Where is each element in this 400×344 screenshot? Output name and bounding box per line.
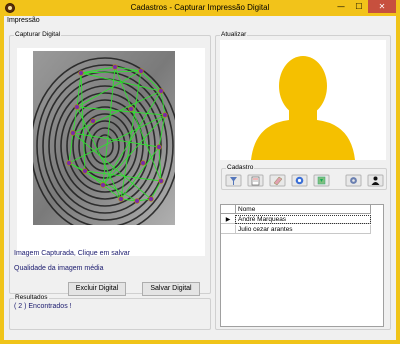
cadastro-group: Cadastro xyxy=(221,164,387,190)
table-row[interactable]: Julio cezar arantes xyxy=(221,225,371,234)
person-silhouette-icon xyxy=(251,56,355,160)
update-group-label: Atualizar xyxy=(220,31,248,39)
menu-bar: Impressão xyxy=(4,16,396,27)
app-window: Cadastros - Capturar Impressão Digital —… xyxy=(0,0,400,344)
fingerprint-image xyxy=(33,51,175,225)
minimize-button[interactable]: — xyxy=(332,0,350,13)
row-indicator-empty xyxy=(221,225,235,234)
grid-header: Nome xyxy=(221,205,371,214)
table-row[interactable]: ▶ André Marqueas xyxy=(221,215,371,224)
user-icon[interactable] xyxy=(367,174,384,187)
client-area: Capturar Digital Imagem Capturada, Cliqu… xyxy=(4,27,396,340)
settings-icon[interactable] xyxy=(345,174,362,187)
results-grid[interactable]: Nome ▶ André Marqueas Julio cezar arante… xyxy=(220,204,384,327)
eraser-icon[interactable] xyxy=(269,174,286,187)
capture-group-label: Capturar Digital xyxy=(14,31,62,39)
capture-group: Capturar Digital Imagem Capturada, Cliqu… xyxy=(9,31,211,296)
delete-fingerprint-button[interactable]: Excluir Digital xyxy=(68,282,126,296)
menu-item-impressao[interactable]: Impressão xyxy=(7,17,40,24)
fingerprint-panel xyxy=(17,48,205,256)
results-group: Resultados ( 2 ) Encontrados ! xyxy=(9,294,211,330)
download-icon[interactable] xyxy=(313,174,330,187)
row-indicator-icon: ▶ xyxy=(225,216,231,223)
image-quality-text: Qualidade da imagem média xyxy=(14,265,104,272)
results-group-label: Resultados xyxy=(14,294,49,302)
refresh-icon[interactable] xyxy=(291,174,308,187)
photo-panel xyxy=(220,40,386,160)
close-button[interactable]: ✕ xyxy=(368,0,396,13)
capture-status-text: Imagem Capturada, Clique em salvar xyxy=(14,250,130,257)
update-group: Atualizar Cadastro Nome ▶ André Marqueas… xyxy=(215,31,391,330)
column-header-nome[interactable]: Nome xyxy=(235,205,371,214)
results-text: ( 2 ) Encontrados ! xyxy=(14,303,72,310)
cadastro-group-label: Cadastro xyxy=(226,164,255,172)
pin-icon[interactable] xyxy=(225,174,242,187)
save-fingerprint-button[interactable]: Salvar Digital xyxy=(142,282,200,296)
edit-document-icon[interactable] xyxy=(247,174,264,187)
table-cell-nome[interactable]: Julio cezar arantes xyxy=(235,225,371,234)
title-bar[interactable]: Cadastros - Capturar Impressão Digital —… xyxy=(0,0,400,16)
maximize-button[interactable]: ☐ xyxy=(350,0,368,13)
table-cell-nome[interactable]: André Marqueas xyxy=(235,215,371,224)
